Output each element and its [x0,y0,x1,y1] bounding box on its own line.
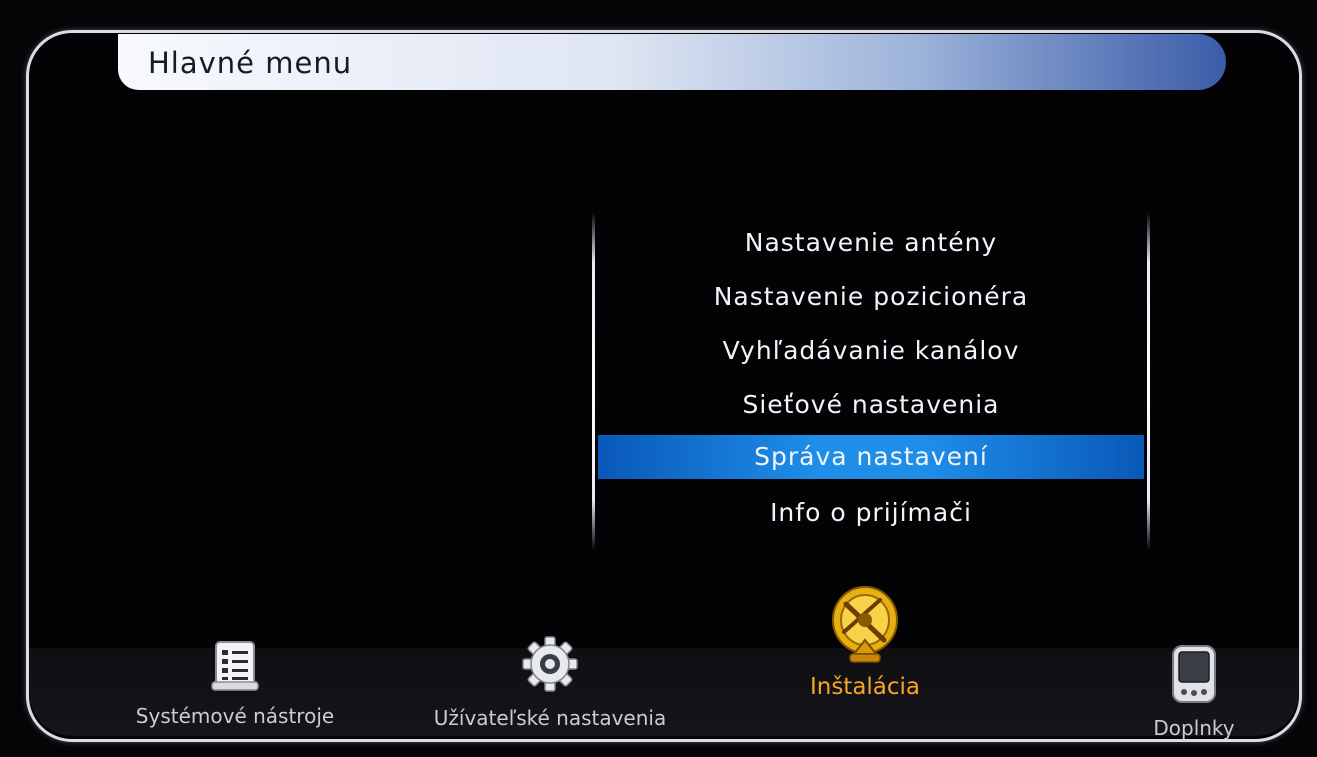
page-title: Hlavné menu [148,46,353,80]
menu-divider-left [592,212,595,550]
nav-installation[interactable]: Inštalácia [780,582,950,700]
handheld-device-icon [1172,645,1216,703]
menu-item-positioner-setup[interactable]: Nastavenie pozicionéra [598,270,1144,324]
nav-label-add-ons: Doplnky [1153,716,1235,740]
menu-item-antenna-setup[interactable]: Nastavenie antény [598,216,1144,270]
nav-label-user-settings: Užívateľské nastavenia [433,706,667,730]
nav-system-tools[interactable]: Systémové nástroje [98,638,372,728]
satellite-dish-icon [832,586,898,663]
menu-item-channel-search[interactable]: Vyhľadávanie kanálov [598,324,1144,378]
tv-screen: Hlavné menu Nastavenie antény Nastavenie… [0,0,1317,757]
menu-item-settings-management[interactable]: Správa nastavení [598,435,1144,479]
gear-icon [522,636,578,692]
list-icon [211,641,259,691]
nav-add-ons[interactable]: Doplnky [1126,642,1262,740]
nav-label-installation: Inštalácia [809,674,921,700]
title-bar: Hlavné menu [118,34,1226,90]
menu-divider-right [1147,212,1150,550]
nav-user-settings[interactable]: Užívateľské nastavenia [396,634,704,730]
menu-item-network-settings[interactable]: Sieťové nastavenia [598,378,1144,432]
nav-label-system-tools: Systémové nástroje [135,704,335,728]
menu-item-receiver-info[interactable]: Info o prijímači [598,486,1144,540]
installation-submenu: Nastavenie antény Nastavenie pozicionéra… [598,216,1144,540]
